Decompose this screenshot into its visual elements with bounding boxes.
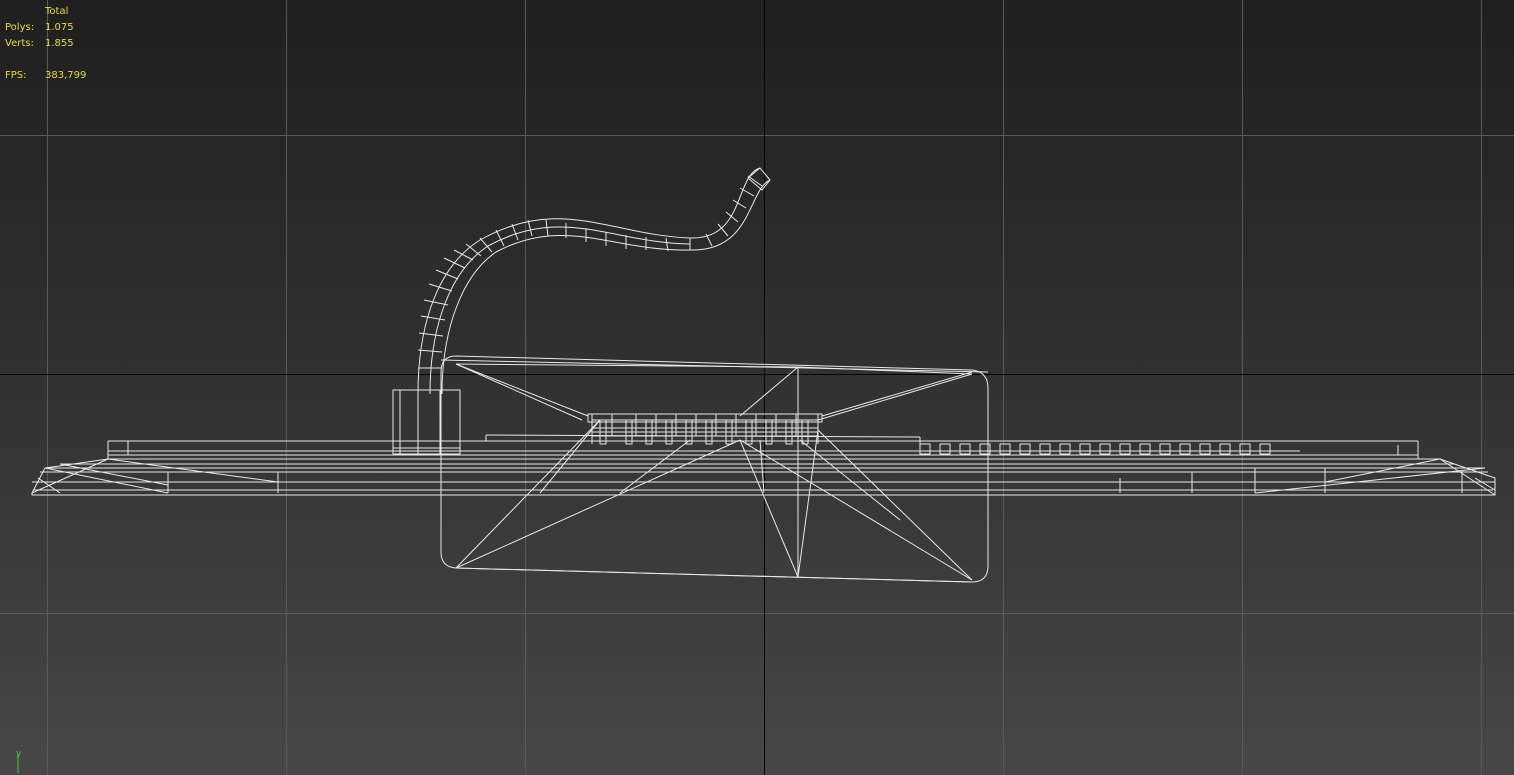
verts-label: Verts: [5,38,34,49]
spout-base-wire [392,389,461,455]
back-panel-wire [440,355,989,583]
polys-value: 1.075 [45,22,74,33]
viewport[interactable]: Total Polys: 1.075 Verts: 1.855 FPS: 383… [0,0,1514,775]
fps-label: FPS: [5,70,27,81]
axis-y-label: y [16,749,22,759]
wireframe-scene[interactable] [0,0,1514,775]
fps-value: 383,799 [45,70,87,81]
mechanism-wire [587,413,823,445]
world-axes [0,0,1514,775]
verts-value: 1.855 [45,38,74,49]
stats-header: Total [45,6,69,17]
polys-label: Polys: [5,22,35,33]
viewport-statistics: Total Polys: 1.075 Verts: 1.855 FPS: 383… [5,4,86,84]
viewport-grid [0,0,1514,775]
